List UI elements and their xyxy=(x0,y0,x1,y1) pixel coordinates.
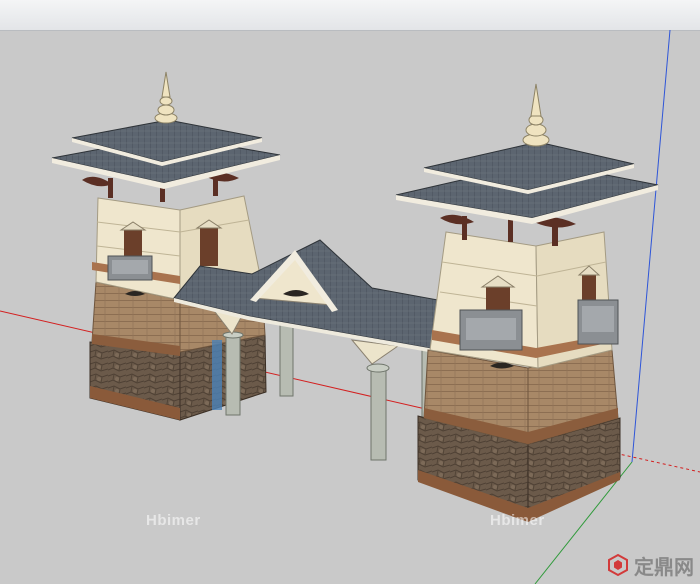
model-viewport[interactable]: Hbimer Hbimer 定鼎网 xyxy=(0,0,700,584)
gate-passage xyxy=(173,239,441,461)
watermark-left: Hbimer xyxy=(146,512,201,529)
gate-model-scene xyxy=(0,29,700,584)
blue-axis xyxy=(631,29,671,463)
hexagon-logo-icon xyxy=(608,553,628,577)
red-axis-ext xyxy=(609,451,700,473)
left-tower xyxy=(51,71,281,421)
watermark-right: Hbimer xyxy=(490,512,545,529)
logo-text: 定鼎网 xyxy=(634,556,694,579)
site-logo: 定鼎网 xyxy=(606,552,694,579)
